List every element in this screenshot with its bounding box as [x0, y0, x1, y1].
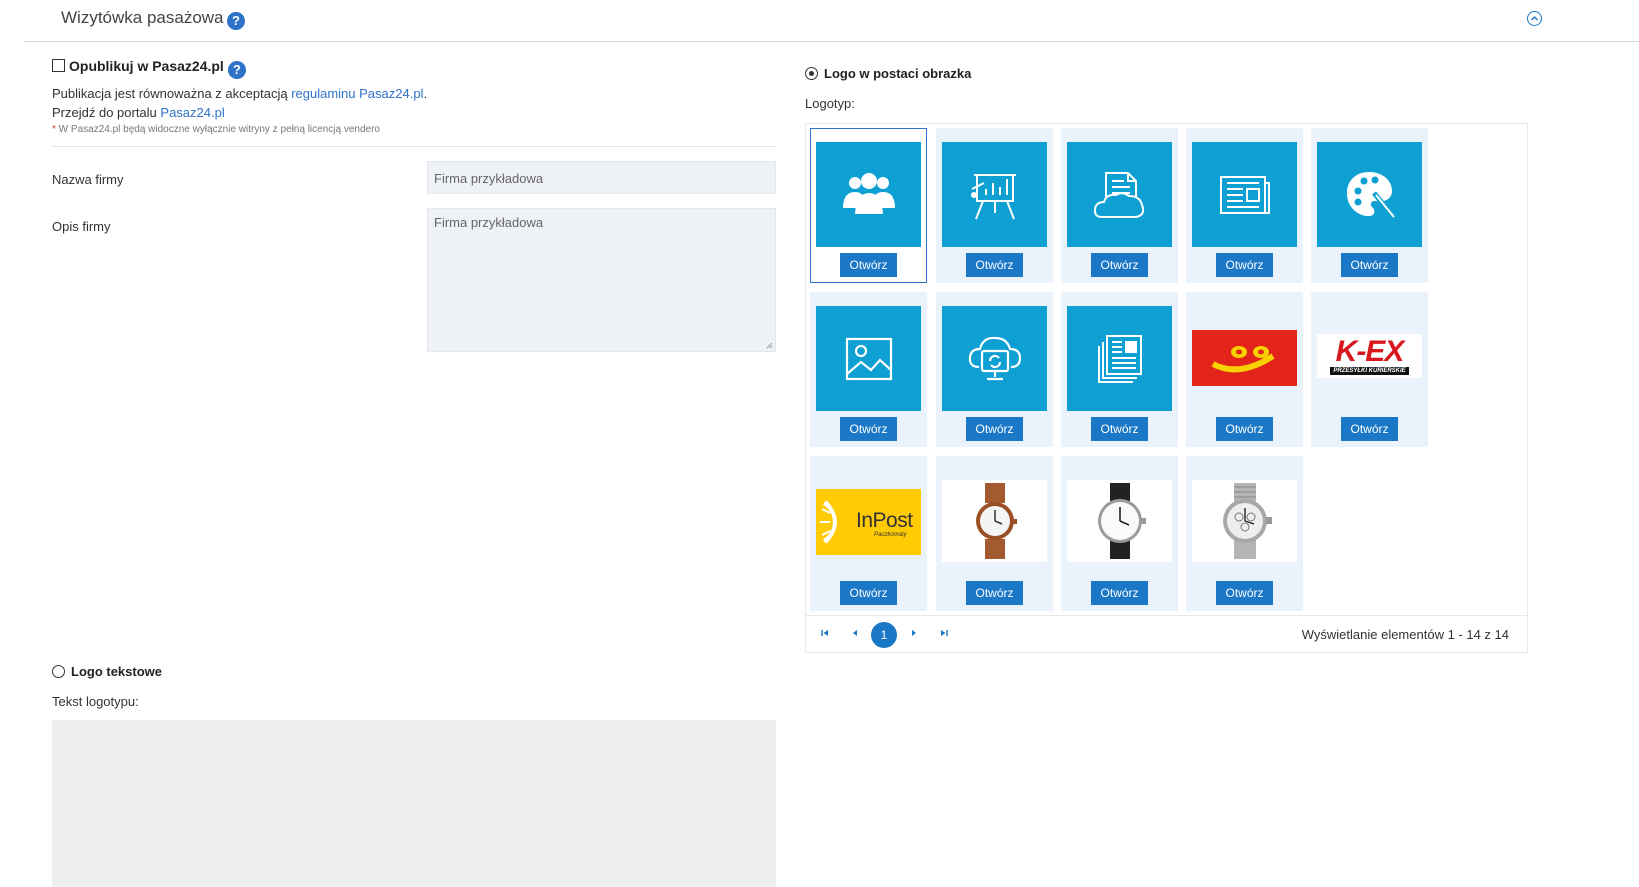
- open-button[interactable]: Otwórz: [1091, 253, 1148, 277]
- logo-tile[interactable]: Otwórz: [1311, 128, 1428, 283]
- inpost-logo-text: InPost: [856, 509, 913, 532]
- open-button[interactable]: Otwórz: [1216, 581, 1273, 605]
- cloud-document-icon: [1067, 142, 1172, 247]
- current-page[interactable]: 1: [871, 622, 897, 648]
- logo-tile[interactable]: Otwórz: [810, 128, 927, 283]
- pager-info: Wyświetlanie elementów 1 - 14 z 14: [1301, 627, 1509, 642]
- terms-text: Publikacja jest równoważna z akceptacją: [52, 86, 292, 101]
- kex-logo: K-EX PRZESYŁKI KURIERSKIE: [1317, 334, 1422, 378]
- open-button[interactable]: Otwórz: [1216, 253, 1273, 277]
- people-icon: [816, 142, 921, 247]
- palette-icon: [1317, 142, 1422, 247]
- poczta-polska-logo: [1192, 330, 1297, 386]
- logo-tile[interactable]: Otwórz: [936, 292, 1053, 447]
- logo-gallery: Otwórz Otwórz Otwórz Otwórz Otwórz Otwór…: [805, 123, 1528, 653]
- text-logo-radio[interactable]: [52, 665, 65, 678]
- open-button[interactable]: Otwórz: [840, 417, 897, 441]
- open-button[interactable]: Otwórz: [1341, 417, 1398, 441]
- logo-tile[interactable]: Otwórz: [1061, 456, 1178, 611]
- company-description-value: Firma przykładowa: [434, 215, 544, 230]
- image-logo-radio[interactable]: [805, 67, 818, 80]
- publish-label: Opublikuj w Pasaz24.pl: [69, 58, 224, 74]
- company-name-label: Nazwa firmy: [52, 172, 124, 187]
- company-description-textarea[interactable]: Firma przykładowa: [427, 208, 776, 352]
- next-page-icon[interactable]: [903, 624, 925, 646]
- pagination: 1 Wyświetlanie elementów 1 - 14 z 14: [806, 615, 1527, 653]
- kex-logo-text: K-EX: [1335, 335, 1405, 368]
- text-logo-label: Logo tekstowe: [71, 664, 163, 679]
- presentation-board-icon: [942, 142, 1047, 247]
- license-note: * W Pasaz24.pl będą widoczne wyłącznie w…: [52, 124, 380, 135]
- brown-watch-image: [942, 480, 1047, 562]
- section-title: Wizytówka pasażowa: [61, 8, 224, 27]
- open-button[interactable]: Otwórz: [1091, 417, 1148, 441]
- open-button[interactable]: Otwórz: [1091, 581, 1148, 605]
- open-button[interactable]: Otwórz: [840, 581, 897, 605]
- open-button[interactable]: Otwórz: [1341, 253, 1398, 277]
- publish-terms-info: Publikacja jest równoważna z akceptacją …: [52, 86, 427, 101]
- divider: [52, 146, 776, 147]
- open-button[interactable]: Otwórz: [1216, 417, 1273, 441]
- kex-logo-subtext: PRZESYŁKI KURIERSKIE: [1330, 367, 1409, 375]
- open-button[interactable]: Otwórz: [966, 417, 1023, 441]
- publish-option: Opublikuj w Pasaz24.pl?: [52, 58, 246, 79]
- collapse-chevron-icon[interactable]: [1527, 11, 1542, 26]
- text-logo-option[interactable]: Logo tekstowe: [52, 664, 162, 679]
- resize-grip-icon[interactable]: [765, 341, 773, 349]
- logo-tile[interactable]: Otwórz: [1186, 456, 1303, 611]
- section-header: Wizytówka pasażowa ?: [24, 0, 1639, 42]
- logo-text-input[interactable]: [52, 720, 776, 887]
- help-icon[interactable]: ?: [227, 12, 245, 30]
- documents-icon: [1067, 306, 1172, 411]
- logo-tile[interactable]: InPost Paczkomaty Otwórz: [810, 456, 927, 611]
- logo-tile[interactable]: Otwórz: [1061, 128, 1178, 283]
- image-logo-option[interactable]: Logo w postaci obrazka: [805, 66, 971, 81]
- publish-checkbox[interactable]: [52, 59, 65, 72]
- inpost-logo-subtext: Paczkomaty: [874, 532, 907, 538]
- portal-link[interactable]: Pasaz24.pl: [160, 105, 224, 120]
- newspaper-icon: [1192, 142, 1297, 247]
- logo-tile[interactable]: Otwórz: [936, 128, 1053, 283]
- open-button[interactable]: Otwórz: [966, 581, 1023, 605]
- open-button[interactable]: Otwórz: [966, 253, 1023, 277]
- portal-info: Przejdź do portalu Pasaz24.pl: [52, 105, 225, 120]
- logo-tile[interactable]: Otwórz: [1186, 292, 1303, 447]
- logo-tile[interactable]: Otwórz: [936, 456, 1053, 611]
- portal-text: Przejdź do portalu: [52, 105, 161, 120]
- logo-tile[interactable]: Otwórz: [1061, 292, 1178, 447]
- logo-text-field-label: Tekst logotypu:: [52, 694, 139, 709]
- company-name-input[interactable]: Firma przykładowa: [427, 161, 776, 194]
- publish-help-icon[interactable]: ?: [227, 61, 246, 79]
- black-watch-image: [1067, 480, 1172, 562]
- terms-link[interactable]: regulaminu Pasaz24.pl: [291, 86, 423, 101]
- image-logo-label: Logo w postaci obrazka: [824, 66, 972, 81]
- terms-suffix: .: [423, 86, 428, 101]
- logotype-label: Logotyp:: [805, 96, 855, 111]
- image-icon: [816, 306, 921, 411]
- logo-tile[interactable]: Otwórz: [810, 292, 927, 447]
- last-page-icon[interactable]: [933, 624, 955, 646]
- inpost-logo: InPost Paczkomaty: [816, 489, 921, 555]
- company-description-label: Opis firmy: [52, 219, 111, 234]
- steel-watch-image: [1192, 480, 1297, 562]
- open-button[interactable]: Otwórz: [840, 253, 897, 277]
- logo-tile[interactable]: Otwórz: [1186, 128, 1303, 283]
- first-page-icon[interactable]: [814, 624, 836, 646]
- prev-page-icon[interactable]: [844, 624, 866, 646]
- note-text: W Pasaz24.pl będą widoczne wyłącznie wit…: [55, 124, 380, 135]
- cloud-monitor-icon: [942, 306, 1047, 411]
- logo-tile[interactable]: K-EX PRZESYŁKI KURIERSKIE Otwórz: [1311, 292, 1428, 447]
